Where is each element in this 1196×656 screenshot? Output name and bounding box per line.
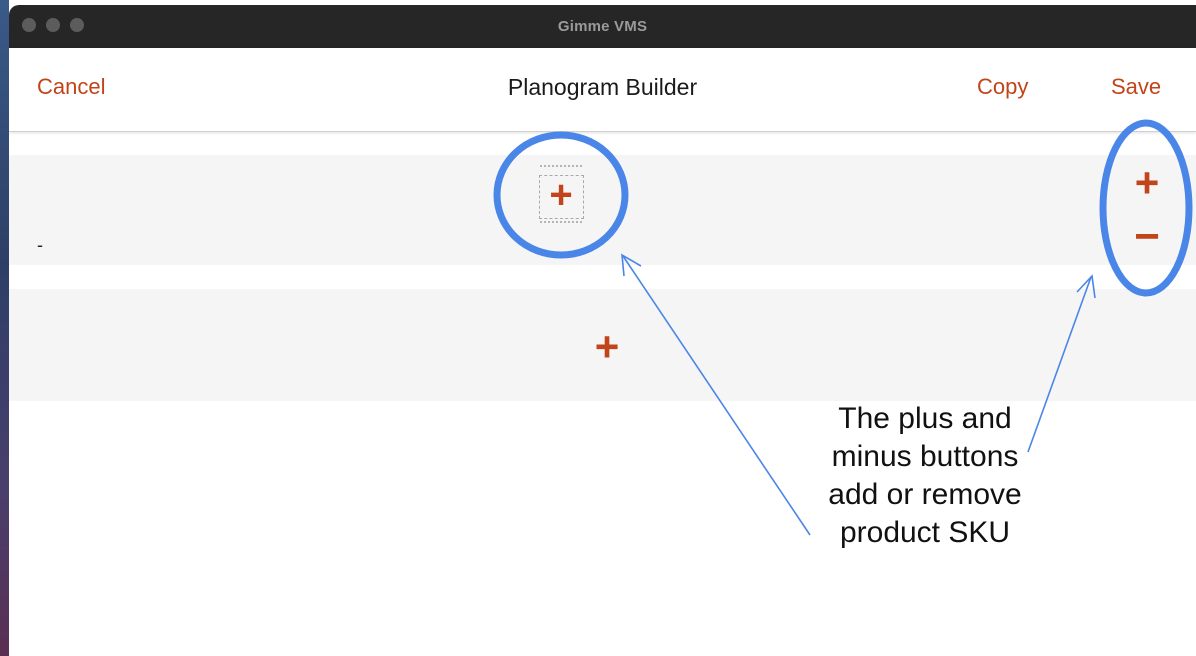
screenshot-frame: Gimme VMS Cancel Planogram Builder Copy … <box>0 0 1196 656</box>
annotation-line: minus buttons <box>831 440 1019 473</box>
row-label: - <box>37 235 43 255</box>
save-button[interactable]: Save <box>1111 74 1161 100</box>
add-row-button[interactable]: + <box>585 325 629 369</box>
window-title: Gimme VMS <box>557 18 648 35</box>
annotation-line: add or remove <box>828 478 1022 511</box>
add-product-to-slot-button[interactable]: + <box>539 173 583 217</box>
annotation-note: The plus and minus buttons add or remove… <box>790 400 1060 552</box>
desktop-background <box>0 0 9 656</box>
title-bar[interactable]: Gimme VMS <box>9 5 1196 48</box>
annotation-line: product SKU <box>839 516 1011 549</box>
annotation-line: The plus and <box>838 402 1012 435</box>
copy-button[interactable]: Copy <box>977 74 1028 100</box>
navigation-bar: Cancel Planogram Builder Copy Save <box>9 48 1196 132</box>
add-sku-button[interactable]: + <box>1125 161 1169 205</box>
planogram-row: + <box>9 289 1196 401</box>
slot-placeholder-top <box>540 165 582 173</box>
remove-sku-button[interactable]: − <box>1125 215 1169 259</box>
slot-placeholder-bottom <box>540 221 582 229</box>
planogram-row: + - + − <box>9 155 1196 265</box>
product-slot[interactable]: + <box>536 163 586 231</box>
app-window: Gimme VMS Cancel Planogram Builder Copy … <box>9 5 1196 656</box>
